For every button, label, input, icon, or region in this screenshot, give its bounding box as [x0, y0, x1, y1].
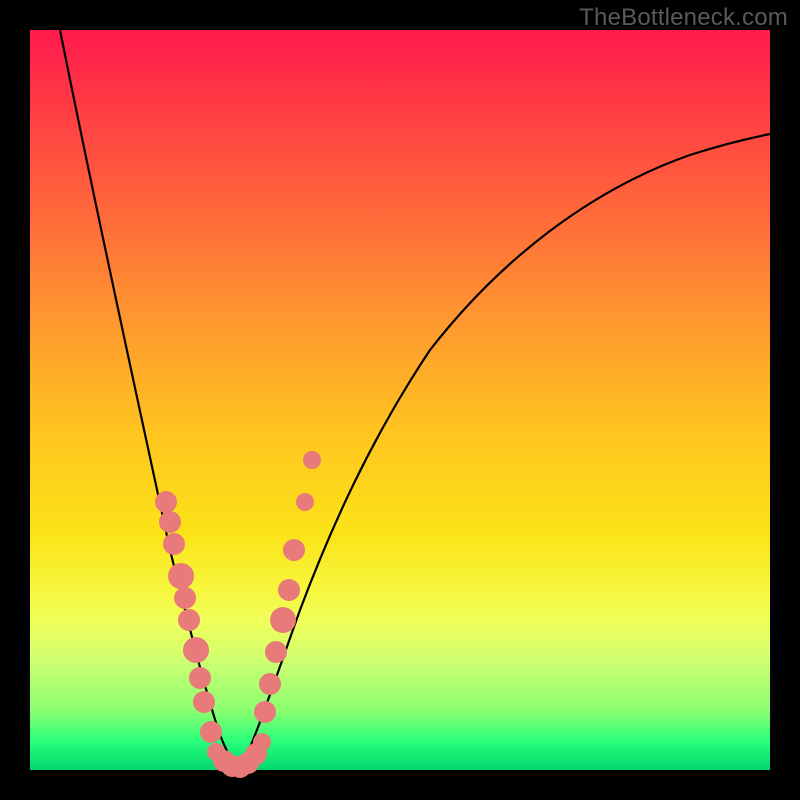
right-curve: [240, 134, 770, 770]
marker-left: [183, 637, 209, 663]
marker-right: [265, 641, 287, 663]
marker-left: [155, 491, 177, 513]
marker-left: [178, 609, 200, 631]
marker-right: [278, 579, 300, 601]
marker-right: [283, 539, 305, 561]
chart-container: TheBottleneck.com: [0, 0, 800, 800]
marker-right: [303, 451, 321, 469]
left-curve: [60, 30, 240, 770]
plot-area: [30, 30, 770, 770]
marker-left: [200, 721, 222, 743]
marker-right: [259, 673, 281, 695]
curves-svg: [30, 30, 770, 770]
marker-left: [168, 563, 194, 589]
watermark-text: TheBottleneck.com: [579, 4, 788, 32]
marker-right: [296, 493, 314, 511]
marker-right: [254, 701, 276, 723]
marker-right: [270, 607, 296, 633]
marker-left: [163, 533, 185, 555]
marker-bottom: [253, 733, 271, 751]
marker-left: [193, 691, 215, 713]
marker-left: [159, 511, 181, 533]
marker-left: [174, 587, 196, 609]
marker-left: [189, 667, 211, 689]
